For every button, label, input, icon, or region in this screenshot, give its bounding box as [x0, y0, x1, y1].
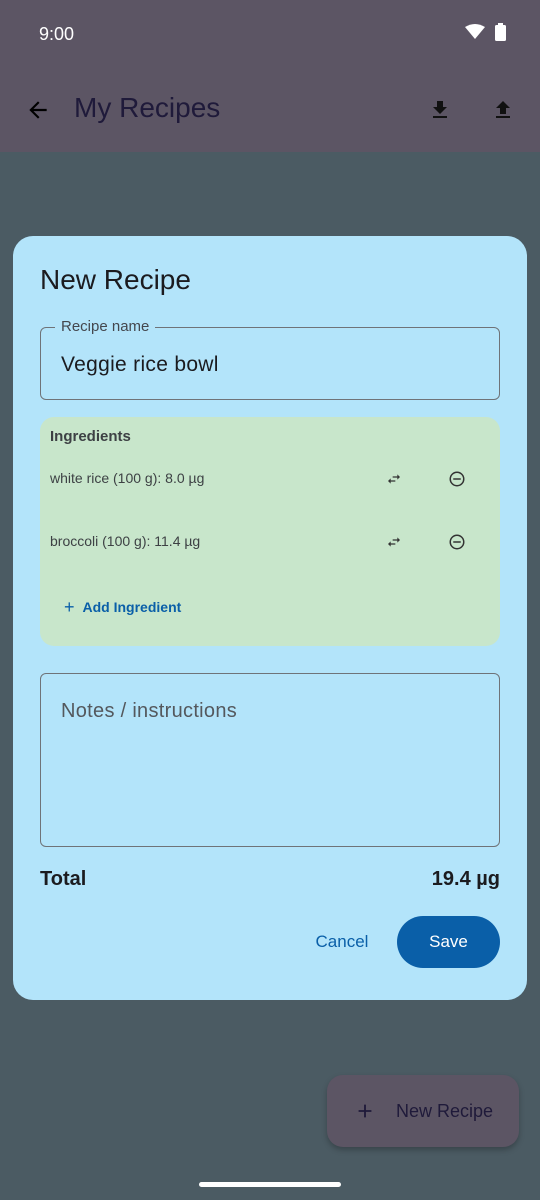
ingredient-text: broccoli (100 g): 11.4 µg: [50, 533, 201, 549]
total-label: Total: [40, 868, 87, 890]
remove-circle-icon: [449, 471, 465, 487]
swap-horiz-icon: [388, 474, 400, 484]
download-icon: [433, 101, 447, 118]
gesture-nav-handle[interactable]: [199, 1182, 341, 1187]
remove-ingredient-button[interactable]: [443, 528, 471, 556]
download-button[interactable]: [422, 92, 458, 128]
new-recipe-fab[interactable]: New Recipe: [327, 1075, 519, 1147]
recipe-name-value[interactable]: Veggie rice bowl: [61, 353, 219, 377]
fab-label: New Recipe: [396, 1101, 494, 1121]
ingredient-text: white rice (100 g): 8.0 µg: [50, 470, 205, 486]
plus-icon-svg: [358, 1104, 372, 1118]
new-recipe-dialog: New Recipe Recipe name Veggie rice bowl …: [13, 236, 527, 1000]
notes-field[interactable]: Notes / instructions: [40, 673, 500, 847]
recipe-name-label: Recipe name: [55, 318, 156, 335]
upload-icon: [496, 101, 510, 118]
plus-icon: [351, 1097, 379, 1125]
app-bar: My Recipes: [0, 68, 540, 152]
status-bar: 9:00: [0, 0, 540, 68]
remove-circle-icon: [449, 534, 465, 550]
notes-placeholder: Notes / instructions: [61, 700, 238, 722]
ingredients-heading: Ingredients: [50, 428, 131, 445]
swap-ingredient-button[interactable]: [380, 465, 408, 493]
add-ingredient-label: Add Ingredient: [82, 599, 182, 615]
status-icons: [465, 23, 506, 41]
upload-button[interactable]: [485, 92, 521, 128]
swap-ingredient-button[interactable]: [380, 528, 408, 556]
swap-horiz-icon: [388, 537, 400, 547]
wifi-icon: [465, 24, 485, 39]
total-value: 19.4 µg: [431, 868, 500, 890]
ingredients-card: Ingredients white rice (100 g): 8.0 µg b…: [40, 417, 500, 646]
ingredient-row: white rice (100 g): 8.0 µg: [40, 459, 500, 499]
recipe-name-field[interactable]: Recipe name Veggie rice bowl: [40, 318, 500, 400]
arrow-back-icon: [29, 101, 47, 119]
dialog-title: New Recipe: [40, 264, 191, 295]
plus-icon: +: [64, 597, 75, 617]
ingredient-row: broccoli (100 g): 11.4 µg: [40, 522, 500, 562]
app-title: My Recipes: [74, 92, 221, 123]
status-time: 9:00: [39, 24, 75, 44]
remove-ingredient-button[interactable]: [443, 465, 471, 493]
back-button[interactable]: [20, 92, 56, 128]
battery-icon: [495, 23, 506, 41]
save-button[interactable]: Save: [397, 916, 500, 968]
cancel-button[interactable]: Cancel: [303, 916, 381, 968]
add-ingredient-button[interactable]: + Add Ingredient: [64, 595, 181, 619]
